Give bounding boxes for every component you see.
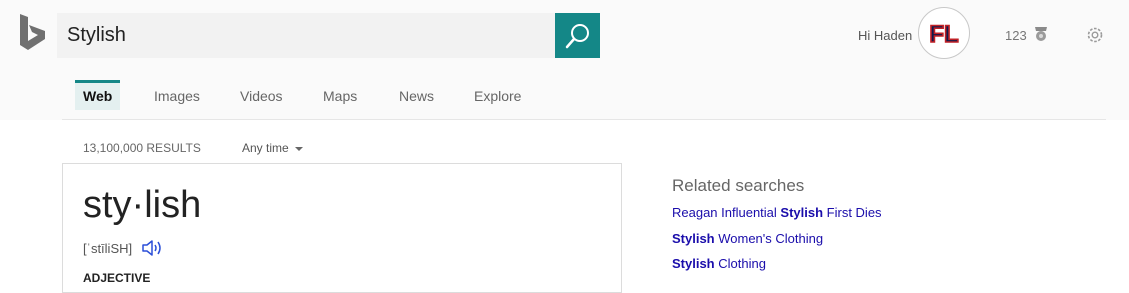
related-search-item[interactable]: Reagan Influential Stylish First Dies [672, 205, 882, 220]
avatar-logo-icon: FL [929, 20, 960, 49]
related-search-item[interactable]: Stylish Clothing [672, 256, 766, 271]
tab-videos[interactable]: Videos [240, 88, 283, 104]
speaker-icon[interactable] [141, 238, 163, 258]
search-box [57, 13, 555, 58]
time-filter-label: Any time [242, 141, 289, 155]
time-filter-dropdown[interactable]: Any time [242, 141, 303, 155]
tab-explore[interactable]: Explore [474, 88, 521, 104]
related-text: Clothing [714, 256, 766, 271]
user-greeting[interactable]: Hi Haden [858, 28, 912, 43]
avatar-text: FL [929, 21, 958, 48]
tab-news[interactable]: News [399, 88, 434, 104]
tab-maps[interactable]: Maps [323, 88, 357, 104]
related-searches-title: Related searches [672, 176, 805, 195]
trophy-icon[interactable] [1032, 25, 1050, 43]
caret-down-icon [294, 146, 303, 151]
nav-divider [62, 119, 1106, 120]
part-of-speech: ADJECTIVE [83, 271, 151, 285]
search-icon [565, 23, 589, 48]
dictionary-word: sty·lish [83, 184, 202, 226]
tab-images[interactable]: Images [154, 88, 200, 104]
bing-logo-icon[interactable] [18, 14, 48, 52]
results-count: 13,100,000 RESULTS [83, 141, 201, 155]
related-text: Women's Clothing [714, 231, 824, 246]
search-input[interactable] [57, 13, 547, 58]
related-text: First Dies [823, 205, 882, 220]
gear-icon[interactable] [1085, 25, 1105, 45]
dictionary-card: sty·lish [ˈstīliSH] ADJECTIVE [62, 163, 622, 293]
related-bold-text: Stylish [672, 256, 715, 271]
related-bold-text: Stylish [780, 205, 824, 220]
pronunciation: [ˈstīliSH] [83, 241, 133, 256]
related-bold-text: Stylish [672, 231, 715, 246]
related-search-item[interactable]: Stylish Women's Clothing [672, 231, 823, 246]
tab-web[interactable]: Web [83, 88, 112, 104]
search-button[interactable] [555, 13, 600, 58]
rewards-points[interactable]: 123 [1005, 28, 1027, 43]
avatar[interactable]: FL [918, 7, 970, 59]
related-text: Reagan Influential [672, 205, 781, 220]
